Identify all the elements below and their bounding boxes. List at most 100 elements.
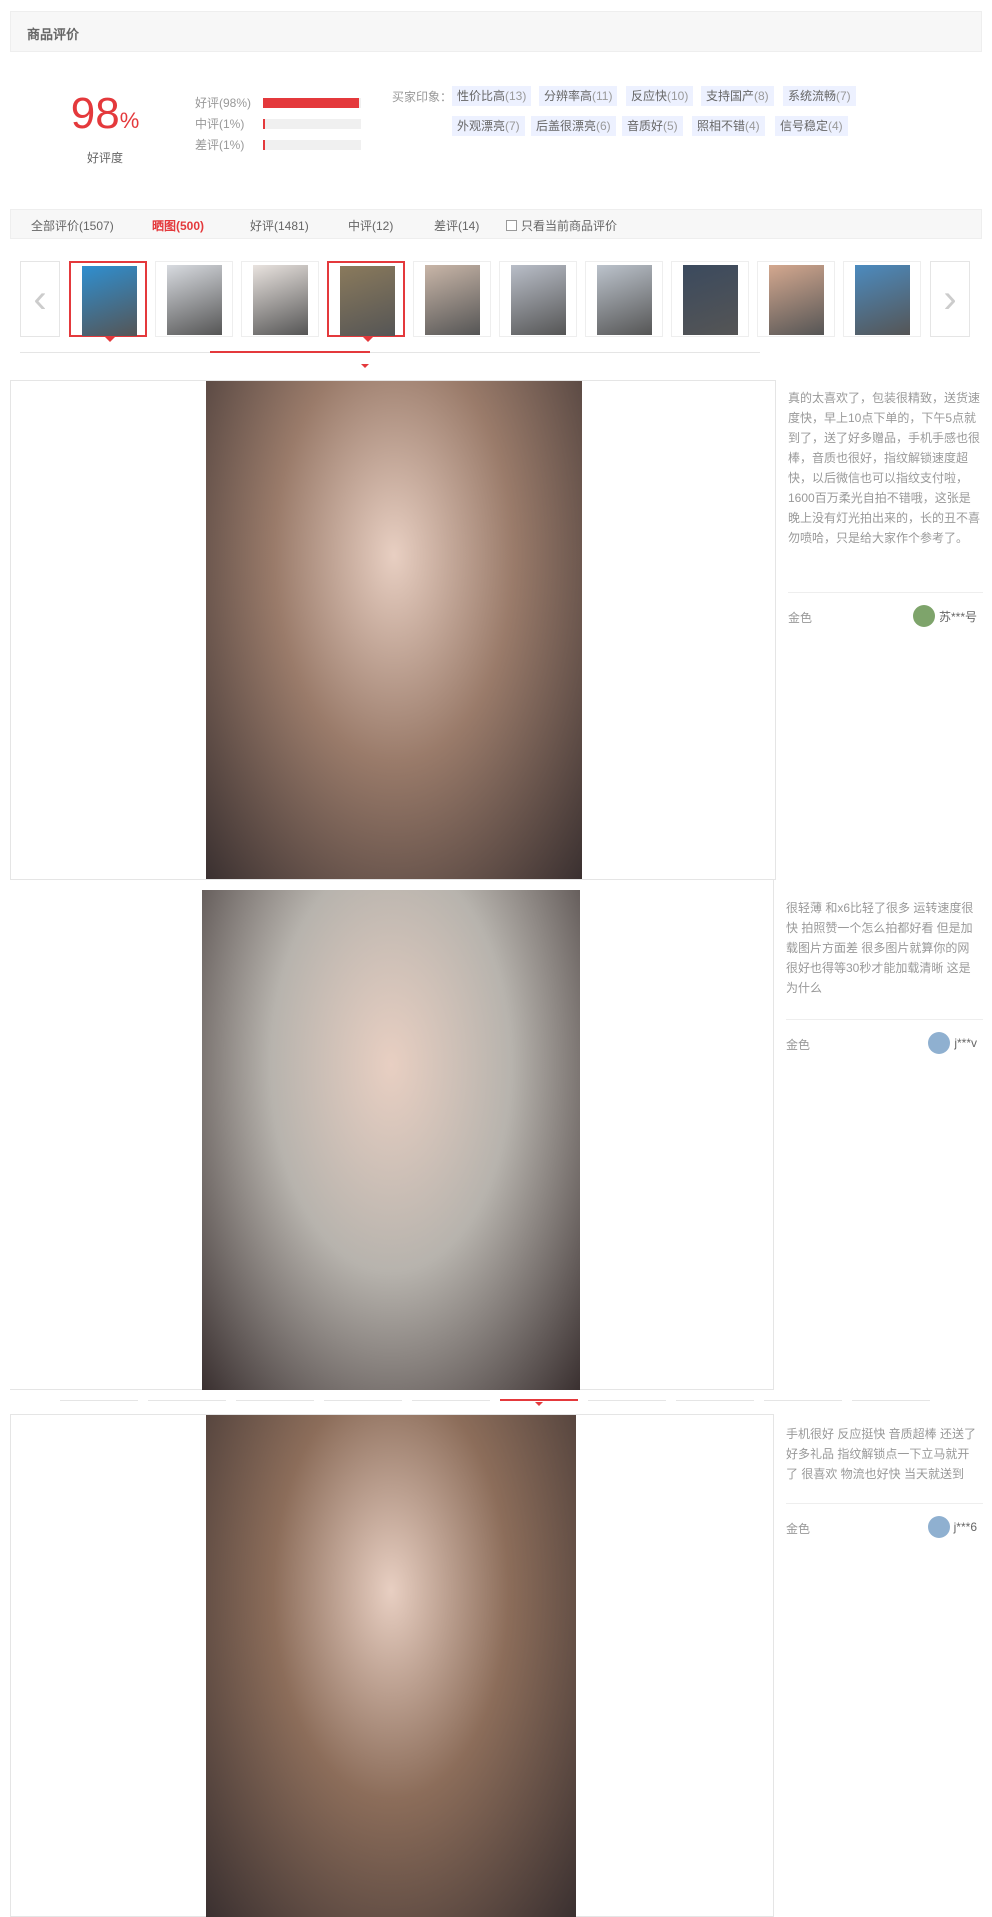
divider-segment [588, 1400, 666, 1401]
rate-value: 98% [70, 89, 140, 138]
review-photo[interactable] [206, 381, 582, 879]
thumbnail[interactable] [69, 261, 147, 342]
divider-segment [60, 1400, 138, 1401]
rating-bar-track [263, 97, 361, 108]
divider-segment [148, 1400, 226, 1401]
reviewer-name: 苏***号 [938, 609, 977, 624]
divider-segment [236, 1400, 314, 1401]
thumbnail[interactable] [757, 261, 835, 337]
thumbnail-image [683, 265, 738, 335]
filter-bar: 全部评价(1507) 晒图(500) 好评(1481) 中评(12) 差评(14… [10, 209, 982, 239]
section-title: 商品评价 [27, 27, 80, 42]
reviewer: j***6 [927, 1516, 977, 1538]
rate-label: 好评度 [86, 151, 123, 165]
divider-segment [324, 1400, 402, 1401]
filter-photos[interactable]: 晒图(500) [152, 217, 204, 234]
impression-tag[interactable]: 信号稳定(4) [775, 116, 848, 136]
thumbnail-image [253, 265, 308, 335]
current-product-only-checkbox[interactable]: 只看当前商品评价 [506, 217, 617, 234]
thumbnail[interactable] [843, 261, 921, 337]
divider-active-segment [500, 1399, 578, 1401]
positive-rate: 98% 好评度 [55, 90, 155, 166]
thumbnail-image [511, 265, 566, 335]
next-arrow-icon[interactable]: › [930, 261, 970, 337]
thumbnail[interactable] [499, 261, 577, 337]
checkbox-label: 只看当前商品评价 [521, 219, 618, 233]
thumbnail-image [425, 265, 480, 335]
impression-tag[interactable]: 分辨率高(11) [539, 86, 618, 106]
divider-segment [764, 1400, 842, 1401]
impression-tag[interactable]: 后盖很漂亮(6) [531, 116, 616, 136]
impression-tag[interactable]: 音质好(5) [622, 116, 683, 136]
reviewer-name: j***6 [953, 1520, 977, 1534]
impression-tag[interactable]: 外观漂亮(7) [452, 116, 525, 136]
product-color: 金色 [786, 1522, 811, 1536]
rating-bar-fill [263, 118, 265, 129]
reviewer-name: j***v [954, 1036, 977, 1050]
divider-segment [412, 1400, 490, 1401]
impression-tag[interactable]: 照相不错(4) [692, 116, 765, 136]
review-photo-frame [10, 380, 776, 880]
thumbnail-image [167, 265, 222, 335]
impression-tag[interactable]: 反应快(10) [626, 86, 694, 106]
thumbnail-image [340, 266, 395, 336]
review-text: 很轻薄 和x6比轻了很多 运转速度很快 拍照赞一个怎么拍都好看 但是加载图片方面… [786, 901, 974, 995]
review-meta: 金色 苏***号 [788, 592, 983, 630]
thumbnail-carousel: ‹ › [20, 261, 970, 342]
filter-medium[interactable]: 中评(12) [348, 217, 393, 234]
thumbnail-image [597, 265, 652, 335]
divider-segment [676, 1400, 754, 1401]
impressions-label: 买家印象： [392, 90, 453, 104]
filter-good[interactable]: 好评(1481) [250, 217, 309, 234]
filter-bad[interactable]: 差评(14) [434, 217, 479, 234]
avatar [912, 605, 935, 627]
rating-bar-track [263, 139, 361, 150]
filter-all[interactable]: 全部评价(1507) [31, 217, 114, 234]
rating-bar-fill [263, 139, 265, 150]
rating-bar-fill [263, 97, 359, 108]
rating-bar-medium: 中评(1%) [195, 113, 361, 134]
thumbnail[interactable] [241, 261, 319, 337]
checkbox-box[interactable] [506, 220, 517, 231]
impression-tag[interactable]: 支持国产(8) [701, 86, 774, 106]
thumbnail-image [82, 266, 137, 336]
impression-tag[interactable]: 系统流畅(7) [783, 86, 856, 106]
rating-bar-track [263, 118, 361, 129]
section-header: 商品评价 [10, 11, 982, 52]
review-divider [60, 1398, 935, 1410]
review-meta: 金色 j***v [786, 1019, 983, 1057]
review-photo-frame [10, 880, 774, 1390]
thumbnail-image [855, 265, 910, 335]
rating-bar-label: 中评(1%) [195, 117, 245, 131]
avatar [928, 1032, 951, 1054]
rating-bars: 好评(98%) 中评(1%) 差评(1%) [195, 92, 361, 155]
review-text: 真的太喜欢了，包装很精致，送货速度快，早上10点下单的，下午5点就到了，送了好多… [788, 391, 981, 545]
thumbnail[interactable] [155, 261, 233, 337]
product-color: 金色 [788, 611, 813, 625]
thumbnail[interactable] [585, 261, 663, 337]
prev-arrow-icon[interactable]: ‹ [20, 261, 60, 337]
divider-segment [852, 1400, 930, 1401]
rating-bar-good: 好评(98%) [195, 92, 361, 113]
product-color: 金色 [786, 1038, 811, 1052]
reviewer: j***v [928, 1032, 977, 1054]
review-photo[interactable] [206, 1415, 576, 1917]
caret-down-icon [535, 1402, 543, 1406]
rating-bar-label: 好评(98%) [195, 96, 252, 110]
thumbnail-image [769, 265, 824, 335]
rating-bar-bad: 差评(1%) [195, 134, 361, 155]
rating-bar-label: 差评(1%) [195, 138, 245, 152]
carousel-position [210, 351, 370, 353]
review-meta: 金色 j***6 [786, 1503, 983, 1541]
thumbnail[interactable] [327, 261, 405, 342]
carousel-track [20, 352, 760, 353]
reviewer: 苏***号 [912, 605, 977, 627]
caret-down-icon [361, 364, 369, 368]
avatar [927, 1516, 950, 1538]
thumbnail[interactable] [413, 261, 491, 337]
impression-tag[interactable]: 性价比高(13) [452, 86, 532, 106]
review-photo-frame [10, 1414, 774, 1917]
review-photo[interactable] [202, 890, 580, 1390]
thumbnail[interactable] [671, 261, 749, 337]
review-text: 手机很好 反应挺快 音质超棒 还送了好多礼品 指纹解锁点一下立马就开了 很喜欢 … [786, 1427, 977, 1481]
